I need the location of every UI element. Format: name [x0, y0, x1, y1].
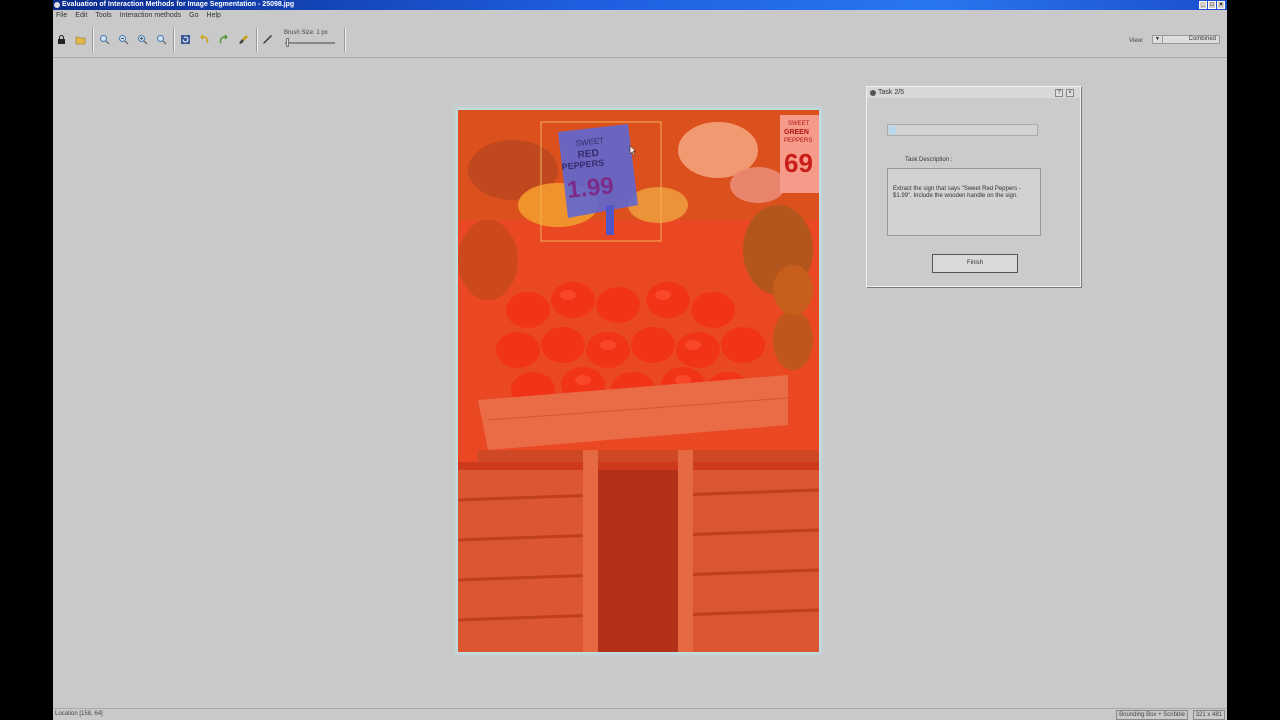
photo-image: SWEET GREEN PEPPERS 69 SWEET RED PEPPERS…	[458, 110, 819, 652]
task-icon	[870, 90, 876, 96]
app-icon	[54, 2, 60, 8]
toolbar: Brush Size: 1 px View: ▼ Combined	[53, 22, 1227, 58]
menu-tools[interactable]: Tools	[95, 11, 111, 21]
menu-help[interactable]: Help	[207, 11, 221, 21]
toolbar-separator	[344, 28, 346, 52]
task-description: Extract the sign that says "Sweet Red Pe…	[887, 168, 1041, 236]
task-panel: Task 2/5 ? × Task Description : Extract …	[866, 86, 1081, 287]
zoom-actual-icon[interactable]	[156, 34, 167, 45]
toolbar-separator	[256, 28, 258, 52]
maximize-button[interactable]: □	[1208, 1, 1216, 9]
task-panel-titlebar[interactable]: Task 2/5 ? ×	[867, 87, 1080, 98]
task-title: Task 2/5	[878, 89, 905, 96]
menu-interaction-methods[interactable]: Interaction methods	[120, 11, 181, 21]
zoom-in-icon[interactable]	[137, 34, 148, 45]
segmentation-canvas[interactable]: SWEET GREEN PEPPERS 69 SWEET RED PEPPERS…	[458, 110, 819, 652]
brush-size-label: Brush Size: 1 px	[284, 30, 328, 36]
view-label: View:	[1129, 38, 1144, 44]
app-window: Evaluation of Interaction Methods for Im…	[53, 0, 1227, 720]
close-button[interactable]: ×	[1217, 1, 1225, 9]
lock-icon[interactable]	[56, 34, 67, 45]
location-readout: Location [158, 64]	[55, 711, 103, 717]
zoom-out-icon[interactable]	[118, 34, 129, 45]
view-select-value: Combined	[1188, 36, 1216, 42]
menu-file[interactable]: File	[56, 11, 67, 21]
toolbar-separator	[173, 28, 175, 52]
window-controls: _ □ ×	[1199, 1, 1225, 9]
finish-button[interactable]: Finish	[932, 254, 1018, 273]
menu-edit[interactable]: Edit	[75, 11, 87, 21]
pen-icon[interactable]	[262, 34, 273, 45]
zoom-fit-icon[interactable]	[99, 34, 110, 45]
window-title: Evaluation of Interaction Methods for Im…	[62, 1, 295, 8]
background-overlay	[458, 110, 819, 652]
chevron-down-icon[interactable]: ▼	[1153, 36, 1163, 43]
task-description-label: Task Description :	[905, 157, 953, 163]
refresh-icon[interactable]	[180, 34, 191, 45]
brush-icon[interactable]	[238, 34, 249, 45]
minimize-button[interactable]: _	[1199, 1, 1207, 9]
open-folder-icon[interactable]	[75, 34, 86, 45]
menu-bar: File Edit Tools Interaction methods Go H…	[53, 11, 1227, 21]
interaction-mode: Bounding Box + Scribble	[1116, 710, 1188, 720]
undo-icon[interactable]	[199, 34, 210, 45]
redo-icon[interactable]	[218, 34, 229, 45]
menu-go[interactable]: Go	[189, 11, 198, 21]
image-size: 321 x 481	[1192, 710, 1225, 720]
help-button[interactable]: ?	[1055, 89, 1063, 97]
task-progress-bar	[887, 124, 1038, 136]
panel-close-button[interactable]: ×	[1066, 89, 1074, 97]
brush-size-slider-thumb[interactable]	[286, 38, 289, 47]
status-bar: Location [158, 64] Bounding Box + Scribb…	[53, 708, 1227, 720]
brush-size-slider[interactable]	[285, 42, 335, 44]
task-progress-fill	[889, 126, 896, 134]
toolbar-separator	[92, 28, 94, 52]
view-select[interactable]: ▼ Combined	[1152, 35, 1220, 44]
title-bar: Evaluation of Interaction Methods for Im…	[53, 0, 1227, 10]
